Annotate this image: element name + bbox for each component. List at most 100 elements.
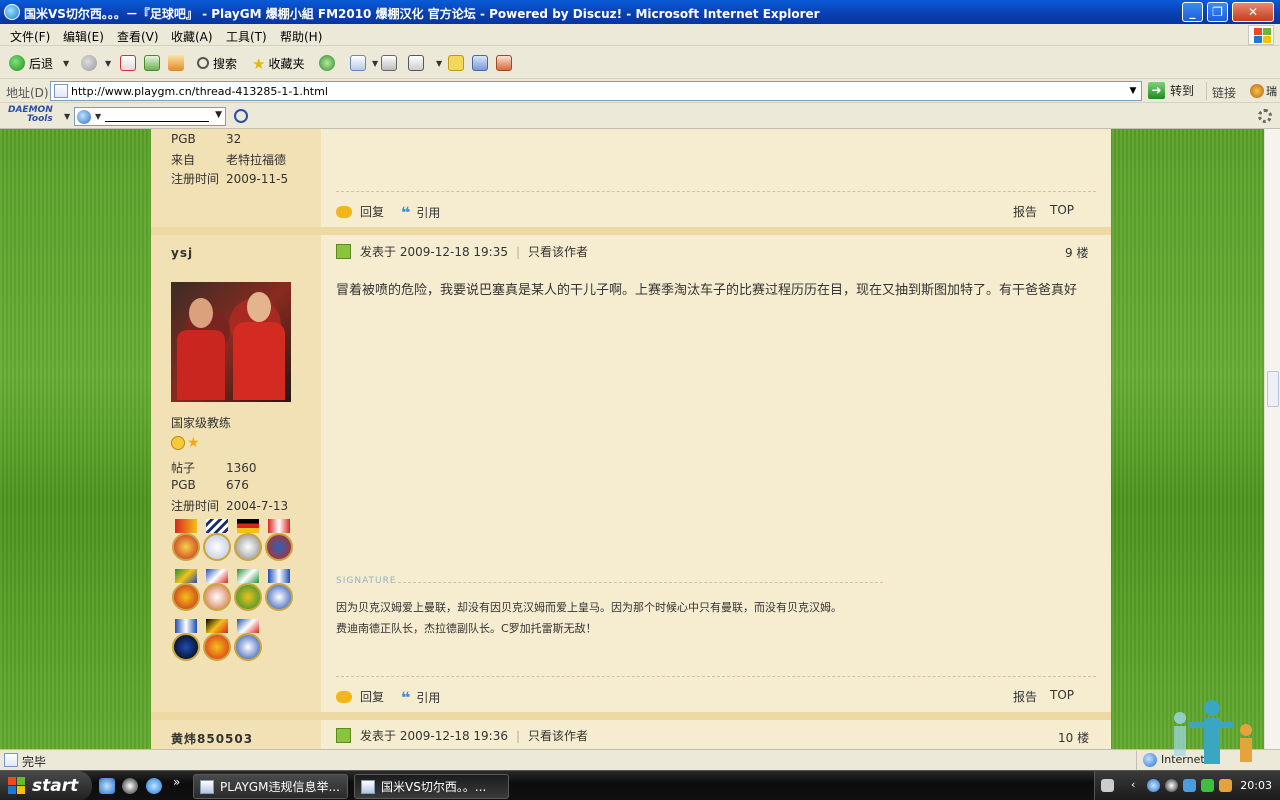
reply-button[interactable]: 回复 [336, 688, 384, 705]
vertical-scrollbar[interactable] [1264, 129, 1280, 749]
post-meta: 发表于 2009-12-18 19:35 | 只看该作者 [336, 243, 588, 260]
france-medal-icon[interactable] [202, 569, 232, 617]
refresh-icon [144, 55, 160, 71]
quicklaunch-browser-icon[interactable] [99, 778, 115, 794]
next-floor-number[interactable]: 10 楼 [1058, 729, 1089, 746]
page-viewport: PGB 32 来自 老特拉福德 注册时间 2009-11-5 回复 ❝ 引用 报告 T… [0, 129, 1264, 749]
gear-icon[interactable] [1258, 109, 1272, 123]
germany-medal-icon[interactable] [233, 519, 263, 567]
home-button[interactable] [168, 54, 188, 72]
daemon-search-box[interactable]: ▼ ▼ [74, 107, 226, 126]
address-label: 地址(D) [6, 86, 49, 100]
prev-top-link[interactable]: TOP [1050, 203, 1074, 217]
only-author-link[interactable]: 只看该作者 [528, 243, 588, 260]
menu-view[interactable]: 查看(V) [117, 28, 159, 45]
brazil-medal-icon[interactable] [233, 569, 263, 617]
tray-volume-icon[interactable] [1183, 779, 1196, 792]
address-bar: 地址(D) ▼ ➜ 转到 链接 瑞 [0, 79, 1280, 103]
menu-edit[interactable]: 编辑(E) [63, 28, 104, 45]
daemon-logo-line2: Tools [26, 114, 53, 124]
mail-dropdown-icon[interactable]: ▼ [372, 59, 378, 68]
ie-window-icon [200, 779, 214, 794]
address-dropdown-icon[interactable]: ▼ [1125, 82, 1141, 100]
next-author-username[interactable]: 黄炜850503 [171, 730, 253, 747]
links-button[interactable]: 链接 [1212, 84, 1236, 101]
close-button[interactable]: ✕ [1232, 2, 1274, 22]
next-only-author-link[interactable]: 只看该作者 [528, 727, 588, 744]
author-username[interactable]: ysj [171, 246, 193, 260]
menu-favorites[interactable]: 收藏(A) [171, 28, 213, 45]
address-input[interactable] [71, 83, 1121, 99]
edit-dropdown-icon[interactable]: ▼ [436, 59, 442, 68]
prev-quote-button[interactable]: ❝ 引用 [401, 203, 440, 222]
page-done-icon [4, 753, 18, 767]
quicklaunch-qq-icon[interactable] [122, 778, 138, 794]
minimize-button[interactable]: _ [1182, 2, 1203, 22]
home-icon [168, 55, 184, 71]
engine-dropdown-icon[interactable]: ▼ [95, 112, 101, 121]
magnify-icon[interactable] [234, 109, 248, 123]
prev-report-link[interactable]: 报告 [1013, 203, 1037, 220]
go-button[interactable]: ➜ 转到 [1148, 82, 1194, 99]
extension-button[interactable]: 瑞 [1250, 83, 1277, 99]
mail-button[interactable]: ▼ [350, 54, 378, 72]
maximize-button[interactable]: ❐ [1207, 2, 1228, 22]
messenger-button[interactable] [496, 54, 516, 72]
post-content: 冒着被喷的危险，我要说巴塞真是某人的干儿子啊。上赛季淘汰车子的比赛过程历历在目，… [336, 283, 1078, 298]
print-button[interactable] [381, 54, 401, 72]
tray-qq-icon[interactable] [1165, 779, 1178, 792]
start-button[interactable]: start [0, 771, 92, 800]
menu-help[interactable]: 帮助(H) [280, 28, 322, 45]
quote-button[interactable]: ❝ 引用 [401, 688, 440, 707]
portugal-medal-icon[interactable] [171, 569, 201, 617]
menu-tools[interactable]: 工具(T) [226, 28, 267, 45]
spain-medal-icon[interactable] [202, 619, 232, 667]
menu-file[interactable]: 文件(F) [10, 28, 50, 45]
media-button[interactable] [319, 54, 339, 72]
daemon-dropdown-icon[interactable]: ▼ [64, 112, 70, 121]
daemon-tools-logo: DAEMON Tools [8, 106, 53, 124]
status-text: 完毕 [22, 755, 47, 769]
keyboard-icon[interactable] [1101, 779, 1114, 792]
forward-dropdown-icon[interactable]: ▼ [105, 59, 111, 68]
windows-logo-icon [1248, 25, 1274, 45]
quicklaunch-ie-icon[interactable] [146, 778, 162, 794]
back-dropdown-icon[interactable]: ▼ [63, 59, 69, 68]
title-bar: 国米VS切尔西。。。－『足球吧』 - PlayGM 爆棚小組 FM2010 爆棚… [0, 0, 1280, 24]
edit-button[interactable]: ▼ [408, 54, 442, 72]
floor-number[interactable]: 9 楼 [1065, 244, 1088, 261]
note-button[interactable] [448, 54, 468, 72]
research-button[interactable] [472, 54, 492, 72]
man-utd-medal-icon[interactable] [171, 519, 201, 567]
extension-label: 瑞 [1266, 85, 1277, 98]
avatar[interactable] [171, 282, 291, 402]
fff-medal-icon[interactable] [233, 619, 263, 667]
inter-medal-icon[interactable] [171, 619, 201, 667]
refresh-button[interactable] [144, 54, 164, 72]
tray-app-icon[interactable] [1219, 779, 1232, 792]
stop-button[interactable] [120, 54, 140, 72]
prev-reply-button[interactable]: 回复 [336, 203, 384, 220]
forward-button[interactable]: ▼ [81, 54, 111, 72]
quicklaunch-more-button[interactable]: » [173, 775, 180, 789]
search-button[interactable]: 搜索 [197, 54, 237, 72]
prev-stat-from: 来自 老特拉福德 [171, 153, 287, 167]
tray-security-icon[interactable] [1201, 779, 1214, 792]
signature-line-1: 因为贝克汉姆爱上曼联，却没有因贝克汉姆而爱上皇马。因为那个时候心中只有曼联，而没… [336, 601, 842, 614]
taskbar-item-playgm-report[interactable]: PLAYGM违规信息举... [193, 774, 348, 799]
taskbar-item-current-thread[interactable]: 国米VS切尔西。。... [354, 774, 509, 799]
favorites-button[interactable]: ★ 收藏夹 [252, 54, 304, 73]
chelsea-medal-icon[interactable] [264, 569, 294, 617]
bayern-medal-icon[interactable] [264, 519, 294, 567]
scrollbar-thumb[interactable] [1267, 371, 1279, 407]
report-link[interactable]: 报告 [1013, 688, 1037, 705]
top-link[interactable]: TOP [1050, 688, 1074, 702]
reply-icon [336, 205, 352, 218]
forum-thread: PGB 32 来自 老特拉福德 注册时间 2009-11-5 回复 ❝ 引用 报告 T… [151, 129, 1111, 749]
tray-network-icon[interactable] [1147, 779, 1160, 792]
clock[interactable]: 20:03 [1240, 779, 1272, 792]
england-medal-icon[interactable] [202, 519, 232, 567]
search-dropdown-icon[interactable]: ▼ [215, 110, 222, 120]
back-button[interactable]: 后退 ▼ [9, 54, 69, 72]
tray-expand-icon[interactable]: ‹ [1131, 778, 1135, 791]
